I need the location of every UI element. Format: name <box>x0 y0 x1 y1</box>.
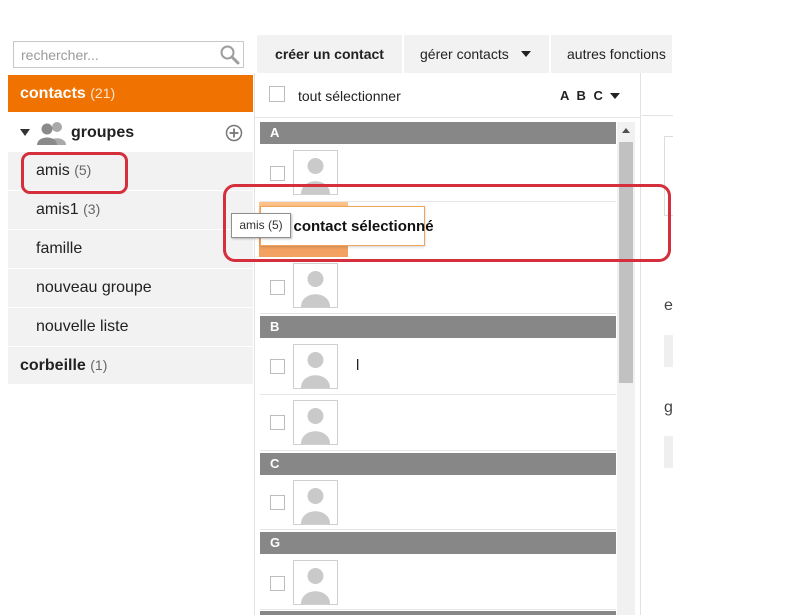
detail-label: e <box>664 297 673 314</box>
list-item[interactable] <box>260 395 616 451</box>
person-placeholder-icon <box>301 488 330 524</box>
row-checkbox[interactable] <box>270 166 285 181</box>
search-input[interactable] <box>14 42 214 67</box>
caret-down-icon[interactable] <box>20 129 30 136</box>
scroll-up-arrow-icon[interactable] <box>617 122 635 140</box>
person-placeholder-icon <box>301 271 330 307</box>
scrollbar-thumb[interactable] <box>619 142 633 383</box>
row-checkbox[interactable] <box>270 495 285 510</box>
select-all-checkbox[interactable] <box>269 86 285 102</box>
sidebar-item-nouveau-groupe[interactable]: nouveau groupe <box>8 269 253 308</box>
corbeille-count: (1) <box>90 357 108 373</box>
sidebar-item-amis1[interactable]: amis1 (3) <box>8 191 253 230</box>
row-checkbox[interactable] <box>270 359 285 374</box>
sidebar-item-label: amis1 (3) <box>36 201 101 218</box>
caret-down-icon[interactable] <box>610 93 620 99</box>
sidebar: contacts (21) groupes amis (5) amis1 (3)… <box>8 75 253 385</box>
avatar <box>293 344 338 389</box>
sort-alphabetical-label[interactable]: A B C <box>560 88 605 103</box>
row-checkbox[interactable] <box>270 415 285 430</box>
search-box[interactable] <box>13 41 244 68</box>
avatar <box>293 263 338 308</box>
contact-name: l <box>356 357 360 374</box>
sidebar-item-label: contacts (21) <box>20 85 116 102</box>
more-functions-button[interactable]: autres fonctions <box>551 35 672 73</box>
detail-field[interactable] <box>664 335 673 367</box>
sidebar-item-label: nouvelle liste <box>36 318 129 335</box>
row-checkbox[interactable] <box>270 280 285 295</box>
search-icon[interactable] <box>219 44 240 65</box>
avatar <box>293 400 338 445</box>
group-icon <box>37 122 66 145</box>
section-header-next <box>260 611 616 615</box>
sidebar-item-label: nouveau groupe <box>36 279 152 296</box>
contact-detail-panel: e g <box>642 73 673 615</box>
select-all-row: tout sélectionner A B C <box>255 73 640 118</box>
row-checkbox[interactable] <box>270 576 285 591</box>
list-item[interactable] <box>260 554 616 610</box>
contacts-count: (21) <box>90 85 116 101</box>
group-count: (3) <box>83 201 101 217</box>
amis-highlight-ring <box>21 152 128 194</box>
create-contact-button[interactable]: créer un contact <box>257 35 402 73</box>
manage-contacts-label: gérer contacts <box>420 46 509 62</box>
person-placeholder-icon <box>301 408 330 444</box>
avatar <box>293 560 338 605</box>
detail-divider <box>642 115 673 116</box>
avatar <box>293 480 338 525</box>
section-header-c: C <box>260 453 616 475</box>
sidebar-item-label: groupes <box>71 124 135 141</box>
person-placeholder-icon <box>301 568 330 604</box>
add-circle-icon[interactable] <box>225 124 243 142</box>
sidebar-item-label: famille <box>36 240 83 257</box>
list-item[interactable] <box>260 475 616 530</box>
caret-down-icon <box>520 51 531 57</box>
sidebar-item-nouvelle-liste[interactable]: nouvelle liste <box>8 308 253 347</box>
detail-field[interactable] <box>664 436 673 468</box>
section-header-b: B <box>260 316 616 338</box>
list-item[interactable] <box>260 260 616 314</box>
select-all-label[interactable]: tout sélectionner <box>298 88 401 104</box>
manage-contacts-button[interactable]: gérer contacts <box>404 35 549 73</box>
detail-label: g <box>664 399 673 416</box>
sidebar-item-contacts[interactable]: contacts (21) <box>8 75 253 113</box>
toolbar: créer un contact gérer contacts autres f… <box>257 35 672 73</box>
list-item[interactable]: l <box>260 338 616 395</box>
section-header-g: G <box>260 532 616 554</box>
sidebar-item-corbeille[interactable]: corbeille (1) <box>8 347 253 385</box>
drag-highlight-ring <box>223 184 671 262</box>
sidebar-item-label: corbeille (1) <box>20 357 108 374</box>
sidebar-item-groupes[interactable]: groupes <box>8 113 253 152</box>
person-placeholder-icon <box>301 352 330 388</box>
contact-list-panel: tout sélectionner A B C A B l C G <box>254 73 641 615</box>
section-header-a: A <box>260 122 616 144</box>
sidebar-item-famille[interactable]: famille <box>8 230 253 269</box>
